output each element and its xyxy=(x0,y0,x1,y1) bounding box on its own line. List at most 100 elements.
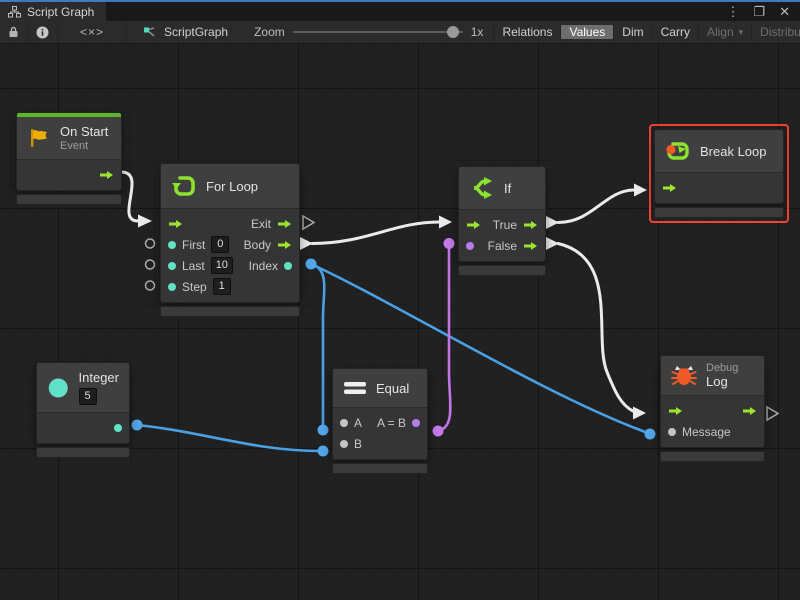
value-in-port[interactable] xyxy=(168,283,176,291)
port-label-step: Step xyxy=(182,280,207,294)
node-title: If xyxy=(504,181,511,196)
chevron-down-icon: ▾ xyxy=(739,27,744,38)
node-footer xyxy=(458,265,546,276)
toolbar-toggles: Relations Values Dim Carry Align▾ Distri… xyxy=(493,21,800,43)
carry-button[interactable]: Carry xyxy=(653,25,699,39)
tab-bar: Script Graph ⋮ ❐ ✕ xyxy=(0,2,800,21)
distribute-button[interactable]: Distribute▾ xyxy=(752,25,800,39)
value-in-port[interactable] xyxy=(340,440,348,448)
align-button[interactable]: Align▾ xyxy=(699,25,752,39)
node-footer xyxy=(36,447,130,458)
integer-icon xyxy=(47,375,70,401)
bug-icon xyxy=(671,363,697,389)
port-label-b: B xyxy=(354,437,362,451)
value-in-port[interactable] xyxy=(168,262,176,270)
node-break-loop[interactable]: Break Loop xyxy=(649,124,789,223)
graph-hierarchy-icon xyxy=(8,6,21,18)
zoom-value: 1x xyxy=(471,25,484,39)
port-label-index: Index xyxy=(249,259,278,273)
condition-in-port[interactable] xyxy=(466,242,474,250)
lock-button[interactable] xyxy=(0,21,28,43)
value-in-port[interactable] xyxy=(668,428,676,436)
exec-in-port[interactable] xyxy=(466,220,481,230)
code-view-toggle[interactable]: <×> xyxy=(58,21,127,43)
exec-in-port[interactable] xyxy=(662,183,677,193)
node-footer xyxy=(660,451,765,462)
flag-icon xyxy=(27,126,51,150)
exec-out-port[interactable] xyxy=(99,170,114,180)
node-equal[interactable]: Equal A A = B B xyxy=(332,368,428,474)
branch-icon xyxy=(469,175,495,201)
graph-name-label: ScriptGraph xyxy=(164,25,228,39)
unity-script-graph-window: Script Graph ⋮ ❐ ✕ <×> xyxy=(0,0,800,600)
close-icon[interactable]: ✕ xyxy=(779,4,790,20)
port-label-result: A = B xyxy=(377,416,406,430)
node-if[interactable]: If True False xyxy=(458,166,546,276)
exec-out-port[interactable] xyxy=(523,220,538,230)
node-subtitle: Debug xyxy=(706,362,738,374)
node-integer[interactable]: Integer 5 xyxy=(36,362,130,458)
port-row xyxy=(661,400,764,421)
graph-selector[interactable]: ScriptGraph xyxy=(127,21,244,43)
value-out-port[interactable] xyxy=(284,262,292,270)
port-row: First 0 Body xyxy=(161,234,299,255)
lock-icon xyxy=(8,26,19,38)
script-graph-icon xyxy=(143,26,157,39)
port-label-last: Last xyxy=(182,259,205,273)
zoom-slider-handle[interactable] xyxy=(447,26,459,38)
port-label-false: False xyxy=(488,239,517,253)
node-title: Equal xyxy=(376,381,409,396)
value-in-port[interactable] xyxy=(168,241,176,249)
node-footer xyxy=(654,207,784,218)
last-value-input[interactable]: 10 xyxy=(211,257,233,274)
port-label-message: Message xyxy=(682,425,731,439)
info-button[interactable] xyxy=(28,21,58,43)
port-label-true: True xyxy=(493,218,517,232)
step-value-input[interactable]: 1 xyxy=(213,278,231,295)
node-on-start[interactable]: On Start Event xyxy=(16,112,122,205)
equals-icon xyxy=(343,380,367,396)
tab-title: Script Graph xyxy=(27,5,94,19)
port-row: Last 10 Index xyxy=(161,255,299,276)
exec-in-port[interactable] xyxy=(668,406,683,416)
exec-out-port[interactable] xyxy=(523,241,538,251)
port-row: A A = B xyxy=(333,412,427,433)
node-title: Log xyxy=(706,374,738,389)
value-in-port[interactable] xyxy=(340,419,348,427)
port-row xyxy=(37,417,129,438)
node-debug-log[interactable]: Debug Log Message xyxy=(660,355,765,462)
node-for-loop[interactable]: For Loop Exit First 0 xyxy=(160,163,300,317)
zoom-label: Zoom xyxy=(254,25,285,39)
port-row: Exit xyxy=(161,213,299,234)
value-out-port[interactable] xyxy=(114,424,122,432)
window-menu-icon[interactable]: ⋮ xyxy=(726,4,739,20)
relations-button[interactable]: Relations xyxy=(493,25,561,39)
node-title: Integer xyxy=(79,370,119,385)
node-title: On Start xyxy=(60,124,108,139)
exec-out-port[interactable] xyxy=(277,219,292,229)
node-title: For Loop xyxy=(206,179,258,194)
node-title: Break Loop xyxy=(700,144,767,159)
port-row: False xyxy=(459,235,545,256)
tab-script-graph[interactable]: Script Graph xyxy=(0,2,106,21)
exec-in-port[interactable] xyxy=(168,219,183,229)
port-label-body: Body xyxy=(244,238,271,252)
port-label-first: First xyxy=(182,238,205,252)
first-value-input[interactable]: 0 xyxy=(211,236,229,253)
loop-icon xyxy=(171,173,197,199)
node-subtitle: Event xyxy=(60,140,108,152)
break-loop-icon xyxy=(665,139,691,163)
values-button[interactable]: Values xyxy=(561,25,614,39)
exec-out-port[interactable] xyxy=(277,240,292,250)
dim-button[interactable]: Dim xyxy=(614,25,652,39)
integer-value-input[interactable]: 5 xyxy=(79,388,97,405)
zoom-slider[interactable] xyxy=(293,31,463,33)
window-controls: ⋮ ❐ ✕ xyxy=(726,2,800,21)
graph-toolbar: <×> ScriptGraph Zoom 1x Relations Values… xyxy=(0,21,800,44)
zoom-control: Zoom 1x xyxy=(244,21,493,43)
value-out-port[interactable] xyxy=(412,419,420,427)
port-row: Message xyxy=(661,421,764,442)
port-row xyxy=(655,177,783,198)
maximize-icon[interactable]: ❐ xyxy=(753,4,765,20)
exec-out-port[interactable] xyxy=(742,406,757,416)
